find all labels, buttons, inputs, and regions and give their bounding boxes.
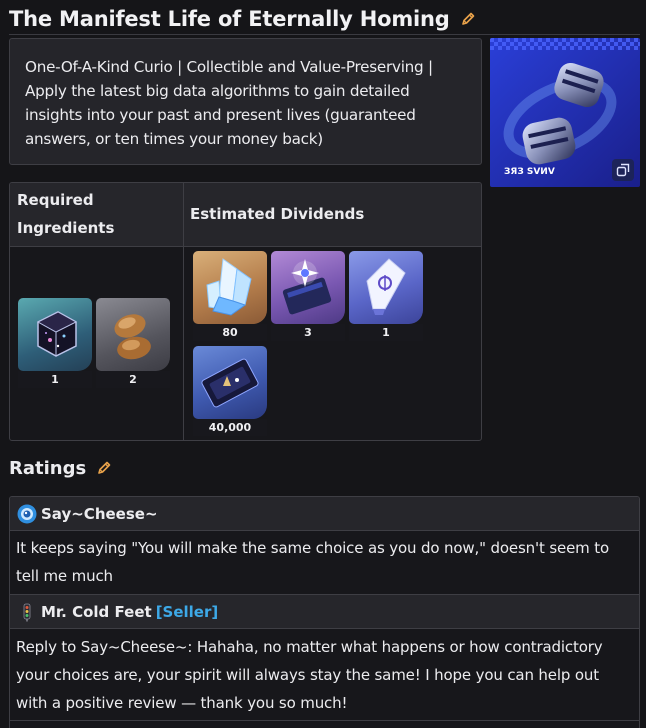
dividend-item-tube[interactable]: 1 xyxy=(349,251,423,341)
traffic-light-avatar-icon xyxy=(17,602,37,622)
dividend-qty: 3 xyxy=(271,324,345,341)
thumbnail-caption: ЗЯЗ ЅVИV xyxy=(504,167,555,177)
ratings-title: Ratings xyxy=(9,457,87,479)
required-qty: 1 xyxy=(18,371,92,388)
dividend-qty: 40,000 xyxy=(193,419,267,436)
pencil-icon[interactable] xyxy=(96,460,112,476)
page-title-row: The Manifest Life of Eternally Homing xyxy=(9,4,476,34)
credit-card-icon xyxy=(193,346,267,419)
pencil-icon[interactable] xyxy=(460,11,476,27)
camera-avatar-icon xyxy=(17,504,37,524)
column-header-required: Required Ingredients xyxy=(17,191,115,237)
required-item-beans[interactable]: 2 xyxy=(96,298,170,388)
dividend-item-credits[interactable]: 40,000 xyxy=(193,346,267,436)
ratings-list: Say~Cheese~ It keeps saying "You will ma… xyxy=(9,496,640,728)
item-thumbnail[interactable]: ЗЯЗ ЅVИV xyxy=(490,38,640,187)
comment-author: Mr. Cold Feet xyxy=(41,602,152,621)
ratings-header: Ratings xyxy=(9,455,112,481)
beans-icon xyxy=(96,298,170,371)
dividend-qty: 80 xyxy=(193,324,267,341)
dividend-item-crystals[interactable]: 80 xyxy=(193,251,267,341)
comment-header: Say~Cheese~ xyxy=(10,497,639,531)
expand-icon[interactable] xyxy=(612,159,634,181)
seller-badge: [Seller] xyxy=(155,602,219,621)
comment-divider xyxy=(10,720,639,721)
ingredients-table: Required Ingredients Estimated Dividends… xyxy=(9,182,482,441)
comment-text: It keeps saying "You will make the same … xyxy=(16,539,609,585)
tube-icon xyxy=(349,251,423,324)
dividend-qty: 1 xyxy=(349,324,423,341)
book-sparkle-icon xyxy=(271,251,345,324)
column-divider xyxy=(183,183,184,440)
comment-text: Reply to Say~Cheese~: Hahaha, no matter … xyxy=(16,638,603,712)
description-box: One-Of-A-Kind Curio | Collectible and Va… xyxy=(9,38,482,165)
title-divider xyxy=(9,34,640,35)
dividend-item-book[interactable]: 3 xyxy=(271,251,345,341)
column-header-dividends: Estimated Dividends xyxy=(190,205,365,223)
comment-header: Mr. Cold Feet [Seller] xyxy=(10,595,639,629)
required-item-cube[interactable]: 1 xyxy=(18,298,92,388)
cube-crystal-icon xyxy=(18,298,92,371)
page-title: The Manifest Life of Eternally Homing xyxy=(9,7,450,31)
comment-author: Say~Cheese~ xyxy=(41,504,158,523)
crystal-cluster-icon xyxy=(193,251,267,324)
description-text: One-Of-A-Kind Curio | Collectible and Va… xyxy=(25,58,433,148)
required-qty: 2 xyxy=(96,371,170,388)
